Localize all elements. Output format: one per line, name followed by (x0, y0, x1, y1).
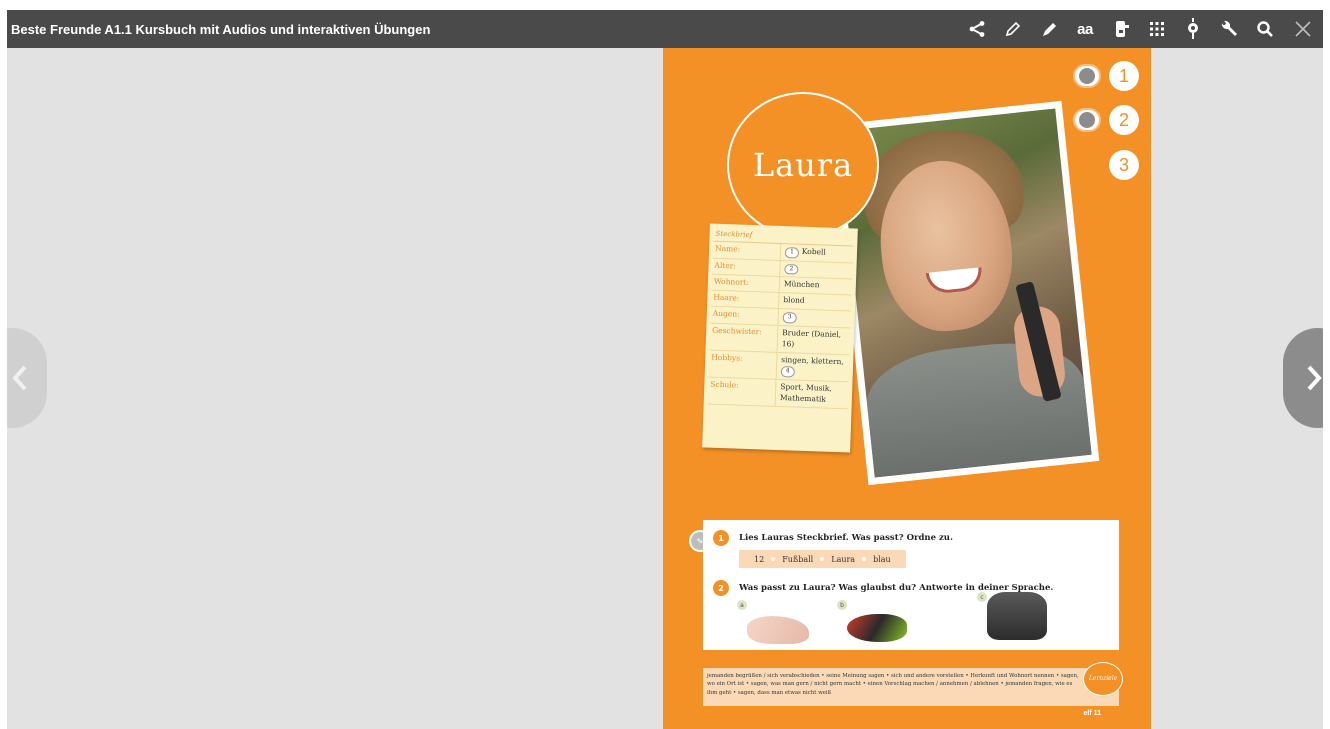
stamp-button[interactable] (1103, 10, 1139, 48)
book-title: Beste Freunde A1.1 Kursbuch mit Audios u… (11, 21, 431, 37)
audio-button-2[interactable] (1075, 110, 1099, 130)
grid-icon (1150, 22, 1164, 36)
exercises-box: 1 Lies Lauras Steckbrief. Was passt? Ord… (703, 520, 1119, 650)
pencil-icon (1005, 21, 1021, 37)
inline-skates-image (987, 592, 1047, 640)
audio-number-1[interactable]: 1 (1109, 61, 1139, 91)
settings-button[interactable] (1211, 10, 1247, 48)
share-button[interactable] (959, 10, 995, 48)
word-chip[interactable]: 12 (754, 555, 764, 564)
word-chip[interactable]: blau (873, 555, 891, 564)
blank-pill[interactable]: 1 (784, 247, 799, 259)
blank-pill[interactable]: 4 (780, 366, 795, 378)
ballet-shoes-image (747, 616, 809, 644)
grid-button[interactable] (1139, 10, 1175, 48)
task-1: 1 Lies Lauras Steckbrief. Was passt? Ord… (713, 530, 953, 546)
audio-number-3[interactable]: 3 (1109, 150, 1139, 180)
climbing-shoes-image (847, 614, 907, 642)
option-label: c (977, 592, 987, 602)
pin-button[interactable] (1175, 10, 1211, 48)
blank-pill[interactable]: 2 (784, 263, 799, 275)
task-number-badge: 1 (713, 530, 729, 546)
marker-button[interactable] (1031, 10, 1067, 48)
option-label: b (837, 600, 847, 610)
stamp-icon (1116, 21, 1129, 37)
marker-icon (1043, 23, 1056, 36)
search-icon (1257, 21, 1273, 37)
chevron-left-icon (12, 365, 27, 391)
chevron-right-icon (1307, 365, 1322, 391)
font-size-icon: aa (1077, 20, 1093, 38)
speaker-icon (1079, 68, 1095, 84)
option-b[interactable]: b (837, 600, 907, 652)
pin-icon (1188, 18, 1198, 39)
book-page: Laura Steckbrief Name: 1 Kobell Alter: 2 Wo… (663, 48, 1151, 729)
share-icon (969, 21, 985, 37)
learning-goals: jemanden begrüßen / sich verabschieden •… (703, 662, 1123, 706)
audio-button-1[interactable] (1075, 66, 1099, 86)
name-heading: Laura (752, 146, 854, 184)
profile-card: Steckbrief Name: 1 Kobell Alter: 2 Wohnort:… (702, 223, 858, 453)
audio-number-2[interactable]: 2 (1109, 105, 1139, 135)
font-size-button[interactable]: aa (1067, 10, 1103, 48)
top-toolbar: Beste Freunde A1.1 Kursbuch mit Audios u… (7, 10, 1323, 48)
toolbar-actions: aa (959, 10, 1323, 48)
close-icon (1295, 21, 1311, 37)
word-bank: 12 Fußball Laura blau (739, 550, 906, 568)
previous-page-button[interactable] (7, 328, 47, 428)
option-label: a (737, 600, 747, 610)
blank-pill[interactable]: 3 (782, 312, 797, 324)
learning-goals-badge: Lernziele (1083, 662, 1123, 696)
learning-goals-text: jemanden begrüßen / sich verabschieden •… (707, 673, 1079, 696)
reader-window: Beste Freunde A1.1 Kursbuch mit Audios u… (7, 10, 1323, 729)
name-heading-circle: Laura (727, 92, 879, 238)
option-c[interactable]: c (977, 592, 1047, 644)
task-number-badge: 2 (713, 580, 729, 596)
search-button[interactable] (1247, 10, 1283, 48)
wrench-icon (1221, 20, 1237, 36)
profile-row: Schule: Sport, Musik, Mathematik (707, 377, 849, 410)
task-1-instruction: Lies Lauras Steckbrief. Was passt? Ordne… (739, 533, 953, 543)
speaker-icon (1079, 112, 1095, 128)
close-button[interactable] (1283, 10, 1323, 48)
next-page-button[interactable] (1283, 328, 1323, 428)
page-number: elf 11 (1083, 710, 1101, 717)
option-a[interactable]: a (737, 600, 809, 652)
word-chip[interactable]: Laura (831, 555, 855, 564)
pencil-button[interactable] (995, 10, 1031, 48)
word-chip[interactable]: Fußball (782, 555, 813, 564)
